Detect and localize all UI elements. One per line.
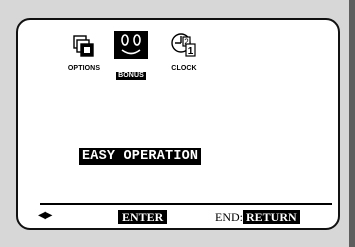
svg-text:1: 1: [188, 46, 194, 57]
clock-calendar-icon: 2 1: [171, 33, 196, 57]
return-button[interactable]: RETURN: [243, 210, 300, 224]
footer-divider: [40, 203, 332, 205]
left-right-arrows-icon: ◀▶: [38, 210, 52, 221]
menu-item-options-label: OPTIONS: [67, 65, 101, 72]
menu-item-options[interactable]: OPTIONS: [62, 34, 106, 73]
tv-screen: OPTIONS BONUS 2 1 CLOCK EASY OPERATION ◀…: [16, 18, 340, 230]
enter-button[interactable]: ENTER: [118, 210, 168, 224]
menu-item-clock-label: CLOCK: [171, 65, 197, 72]
menu-item-clock[interactable]: 2 1 CLOCK: [162, 32, 206, 73]
end-label: END:: [215, 210, 243, 224]
side-edge: [349, 0, 355, 247]
end-return-group: END: RETURN: [215, 210, 300, 224]
easy-operation-option[interactable]: EASY OPERATION: [79, 148, 202, 165]
page: OPTIONS BONUS 2 1 CLOCK EASY OPERATION ◀…: [0, 0, 355, 247]
menu-item-bonus[interactable]: BONUS: [109, 31, 153, 82]
menu-item-bonus-label: BONUS: [116, 72, 146, 80]
bonus-smiley-icon: [114, 31, 148, 59]
options-icon: [73, 35, 94, 57]
